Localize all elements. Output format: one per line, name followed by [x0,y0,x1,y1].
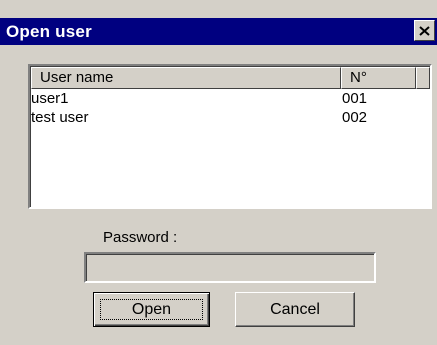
list-item[interactable]: user1 001 [31,90,429,108]
user-list[interactable]: User name N° user1 001 test user 002 [28,64,432,209]
focus-rectangle [100,299,203,320]
list-item-number: 002 [342,109,368,126]
list-item[interactable]: test user 002 [31,109,429,127]
password-label: Password : [103,229,178,246]
close-icon [419,25,430,36]
close-button[interactable] [414,20,435,41]
list-header: User name N° [31,67,430,89]
open-button[interactable]: Open [93,292,210,327]
column-header-filler [416,67,430,89]
cancel-button-label: Cancel [270,300,320,318]
open-user-dialog: Open user User name N° user1 001 test us… [0,0,437,345]
column-header-user-name[interactable]: User name [31,67,341,89]
list-item-name: user1 [31,90,69,107]
cancel-button[interactable]: Cancel [235,292,355,327]
list-item-name: test user [31,109,89,126]
list-item-number: 001 [342,90,368,107]
title-bar[interactable]: Open user [0,18,437,45]
password-input[interactable] [84,252,376,283]
column-header-number[interactable]: N° [341,67,416,89]
window-title: Open user [6,22,92,41]
